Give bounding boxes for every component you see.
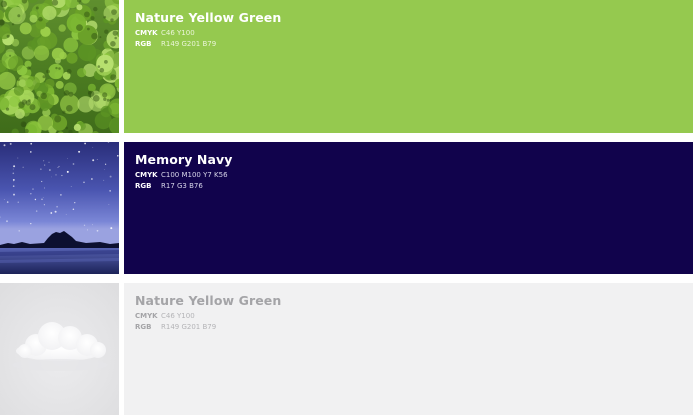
cmyk-spec: CMYK C46 Y100 [135,312,195,321]
color-swatch: Nature Yellow Green CMYK C46 Y100 RGB R149… [124,283,693,415]
rgb-spec: RGB R17 G3 B76 [135,182,203,191]
color-name: Memory Navy [135,152,233,167]
cmyk-value: C46 Y100 [161,29,195,37]
cmyk-label: CMYK [135,29,158,37]
color-name: Nature Yellow Green [135,10,282,25]
rgb-spec: RGB R149 G201 B79 [135,40,216,49]
color-row-1: Nature Yellow Green CMYK C46 Y100 RGB R149… [0,0,693,133]
color-swatch: Nature Yellow Green CMYK C46 Y100 RGB R149… [124,0,693,133]
rgb-label: RGB [135,182,152,190]
color-row-3: Nature Yellow Green CMYK C46 Y100 RGB R149… [0,283,693,415]
cmyk-spec: CMYK C100 M100 Y7 K56 [135,171,228,180]
cmyk-value: C46 Y100 [161,312,195,320]
cmyk-value: C100 M100 Y7 K56 [161,171,228,179]
rgb-label: RGB [135,40,152,48]
color-swatch: Memory Navy CMYK C100 M100 Y7 K56 RGB R17 … [124,142,693,274]
rgb-spec: RGB R149 G201 B79 [135,323,216,332]
forest-canopy-photo [0,0,119,133]
color-row-2: Memory Navy CMYK C100 M100 Y7 K56 RGB R17 … [0,142,693,274]
cmyk-spec: CMYK C46 Y100 [135,29,195,38]
rgb-value: R17 G3 B76 [161,182,203,190]
night-sky-lake-photo [0,142,119,274]
cloud-photo [0,283,119,415]
cmyk-label: CMYK [135,312,158,320]
rgb-label: RGB [135,323,152,331]
rgb-value: R149 G201 B79 [161,323,217,331]
rgb-value: R149 G201 B79 [161,40,217,48]
cmyk-label: CMYK [135,171,158,179]
color-name: Nature Yellow Green [135,293,282,308]
